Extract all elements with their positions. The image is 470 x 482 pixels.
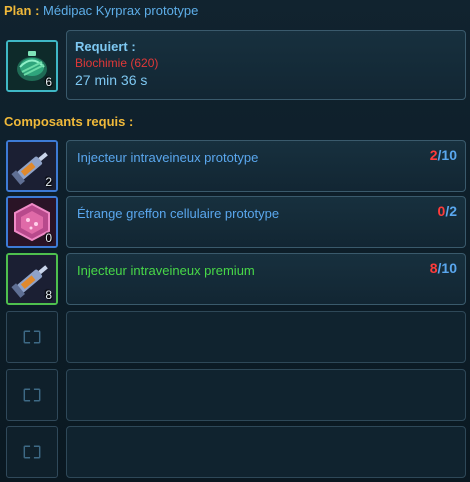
plan-item-name[interactable]: Médipac Kyrprax prototype: [43, 3, 198, 18]
craft-time: 27 min 36 s: [75, 72, 148, 88]
component-1-name: Injecteur intraveineux prototype: [77, 150, 259, 165]
plan-requirements-panel: Requiert : Biochimie (620) 27 min 36 s: [66, 30, 466, 100]
component-row-1[interactable]: Injecteur intraveineux prototype 2/10: [66, 140, 466, 192]
empty-component-row-3: [66, 426, 466, 478]
component-2-count: 0/2: [437, 203, 457, 219]
empty-component-slot-1: [6, 311, 58, 363]
crafting-window: Plan : Médipac Kyrprax prototype 6 Requi…: [0, 0, 470, 482]
empty-slot-icon: [23, 445, 41, 459]
component-2-stack: 0: [45, 231, 52, 245]
plan-item-slot[interactable]: 6: [6, 40, 58, 92]
component-3-name: Injecteur intraveineux premium: [77, 263, 255, 278]
component-slot-2[interactable]: 0: [6, 196, 58, 248]
component-slot-1[interactable]: 2: [6, 140, 58, 192]
empty-component-slot-3: [6, 426, 58, 478]
component-1-stack: 2: [45, 175, 52, 189]
plan-header: Plan : Médipac Kyrprax prototype: [4, 3, 198, 19]
component-row-3[interactable]: Injecteur intraveineux premium 8/10: [66, 253, 466, 305]
empty-slot-icon: [23, 330, 41, 344]
empty-component-slot-2: [6, 369, 58, 421]
component-slot-3[interactable]: 8: [6, 253, 58, 305]
empty-component-row-1: [66, 311, 466, 363]
component-2-name: Étrange greffon cellulaire prototype: [77, 206, 280, 221]
empty-slot-icon: [23, 388, 41, 402]
component-row-2[interactable]: Étrange greffon cellulaire prototype 0/2: [66, 196, 466, 248]
component-1-count: 2/10: [429, 147, 457, 163]
empty-component-row-2: [66, 369, 466, 421]
component-3-count: 8/10: [429, 260, 457, 276]
component-3-stack: 8: [45, 288, 52, 302]
requires-label: Requiert :: [75, 39, 136, 54]
required-skill: Biochimie (620): [75, 56, 159, 70]
plan-quantity: 6: [45, 75, 52, 89]
plan-label: Plan :: [4, 3, 40, 18]
components-title: Composants requis :: [4, 114, 134, 129]
